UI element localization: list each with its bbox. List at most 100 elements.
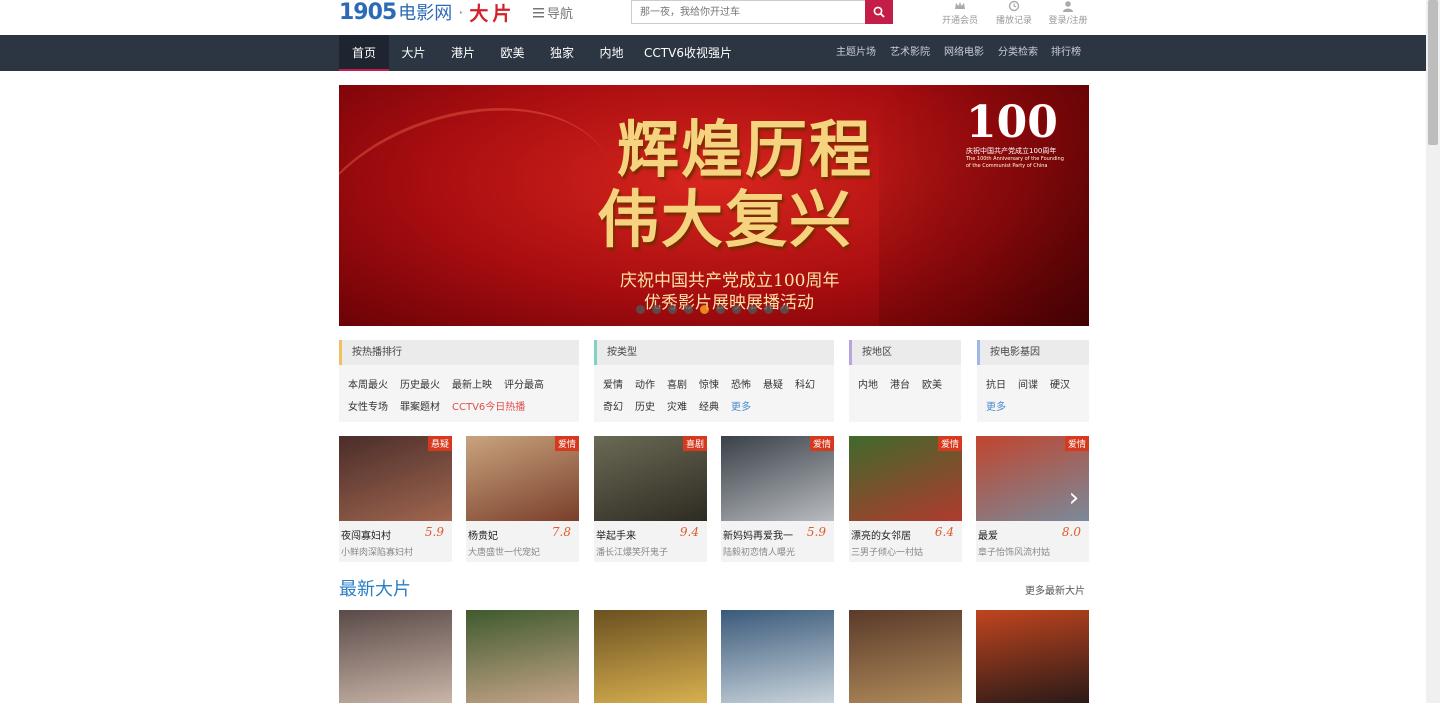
genre-badge: 爱情 [809, 436, 834, 451]
latest-movie-poster[interactable] [849, 610, 962, 703]
movie-description: 三男子倾心一村姑 [851, 548, 924, 558]
filter-link[interactable]: 历史 [635, 402, 655, 413]
filter-link[interactable]: 悬疑 [763, 380, 783, 391]
nav-right-item-4[interactable]: 排行榜 [1051, 35, 1081, 71]
more-latest-link[interactable]: 更多最新大片 [1025, 582, 1085, 597]
movie-card[interactable]: 爱情 漂亮的女邻居 6.4 三男子倾心一村姑 [849, 436, 962, 562]
filter-list: 爱情 动作 喜剧 惊悚 恐怖 悬疑 科幻奇幻 历史 灾难 经典 更多 [594, 365, 834, 419]
movie-thumbnail[interactable]: 爱情 [849, 436, 962, 521]
movie-thumbnail[interactable]: 喜剧 [594, 436, 707, 521]
filter-link[interactable]: 喜剧 [667, 380, 687, 391]
carousel-dot[interactable] [700, 305, 709, 314]
movie-thumbnail[interactable]: 爱情 [466, 436, 579, 521]
movie-title[interactable]: 最爱 [978, 527, 998, 542]
user-link-2[interactable]: 登录/注册 [1048, 0, 1088, 26]
nav-right-item-2[interactable]: 网络电影 [944, 35, 984, 71]
search-input[interactable] [632, 1, 865, 23]
movie-thumbnail[interactable]: 爱情 [721, 436, 834, 521]
movie-card[interactable]: 喜剧 举起手来 9.4 潘长江爆笑歼鬼子 [594, 436, 707, 562]
filter-link[interactable]: 奇幻 [603, 402, 623, 413]
nav-right-item-0[interactable]: 主题片场 [836, 35, 876, 71]
nav-item-0[interactable]: 首页 [339, 35, 389, 71]
movie-card[interactable]: 悬疑 夜闯寡妇村 5.9 小鲜肉深陷寡妇村 [339, 436, 452, 562]
nav-right-item-1[interactable]: 艺术影院 [890, 35, 930, 71]
movie-title[interactable]: 举起手来 [596, 527, 636, 542]
movie-card[interactable]: 爱情 杨贵妃 7.8 大唐盛世一代宠妃 [466, 436, 579, 562]
filter-link[interactable]: 科幻 [795, 380, 815, 391]
search-button[interactable] [865, 0, 893, 24]
carousel-dot[interactable] [780, 305, 789, 314]
filter-link[interactable]: 恐怖 [731, 380, 751, 391]
filter-link[interactable]: 灾难 [667, 402, 687, 413]
carousel-dots [636, 305, 789, 314]
nav-toggle-button[interactable]: 导航 [533, 3, 573, 22]
menu-icon [533, 8, 544, 18]
user-links: 开通会员 播放记录 登录/注册 [940, 0, 1088, 26]
filter-link[interactable]: 抗日 [986, 380, 1006, 391]
filter-link[interactable]: 本周最火 [348, 380, 388, 391]
filter-link[interactable]: 罪案题材 [400, 402, 440, 413]
scrollbar-thumb[interactable] [1428, 0, 1438, 145]
hero-banner[interactable]: 辉煌历程 伟大复兴 庆祝中国共产党成立100周年 优秀影片展映展播活动 100 … [339, 85, 1089, 326]
search-box [631, 0, 893, 24]
filter-link[interactable]: 硬汉 [1050, 380, 1070, 391]
chevron-right-icon[interactable]: › [1062, 485, 1086, 511]
top-header: 1905 电影网 · 大片 导航 开通会员 播放记录 登录/注册 [0, 0, 1426, 35]
page-scrollbar[interactable] [1426, 0, 1440, 703]
filter-link[interactable]: 惊悚 [699, 380, 719, 391]
carousel-dot[interactable] [732, 305, 741, 314]
latest-movie-poster[interactable] [339, 610, 452, 703]
carousel-dot[interactable] [652, 305, 661, 314]
movie-description: 陆毅初恋情人曝光 [723, 548, 796, 558]
search-icon [873, 6, 885, 18]
movie-title[interactable]: 漂亮的女邻居 [851, 527, 911, 542]
movie-score: 5.9 [806, 525, 826, 539]
filter-link[interactable]: 历史最火 [400, 380, 440, 391]
filter-link[interactable]: CCTV6今日热播 [452, 402, 525, 413]
latest-movie-poster[interactable] [466, 610, 579, 703]
user-link-0[interactable]: 开通会员 [940, 0, 980, 26]
movie-title[interactable]: 杨贵妃 [468, 527, 498, 542]
filter-link[interactable]: 间谍 [1018, 380, 1038, 391]
carousel-dot[interactable] [668, 305, 677, 314]
badge-number: 100 [966, 97, 1058, 148]
latest-movie-poster[interactable] [976, 610, 1089, 703]
carousel-dot[interactable] [764, 305, 773, 314]
filter-link[interactable]: 动作 [635, 380, 655, 391]
movie-title[interactable]: 新妈妈再爱我一 [723, 527, 793, 542]
nav-item-6[interactable]: CCTV6收视强片 [636, 35, 740, 71]
filter-link[interactable]: 评分最高 [504, 380, 544, 391]
latest-movie-poster[interactable] [721, 610, 834, 703]
movie-title[interactable]: 夜闯寡妇村 [341, 527, 391, 542]
nav-item-5[interactable]: 内地 [587, 35, 636, 71]
carousel-dot[interactable] [716, 305, 725, 314]
filter-link[interactable]: 港台 [890, 380, 910, 391]
nav-item-4[interactable]: 独家 [537, 35, 587, 71]
carousel-dot[interactable] [636, 305, 645, 314]
filter-link[interactable]: 内地 [858, 380, 878, 391]
carousel-dot[interactable] [748, 305, 757, 314]
filter-link[interactable]: 更多 [986, 402, 1006, 413]
carousel-dot[interactable] [684, 305, 693, 314]
latest-movie-poster[interactable] [594, 610, 707, 703]
user-link-1[interactable]: 播放记录 [994, 0, 1034, 26]
movie-description: 潘长江爆笑歼鬼子 [596, 548, 669, 558]
user-icon [1048, 0, 1088, 13]
badge-caption: 庆祝中国共产党成立100周年 [966, 147, 1057, 155]
filter-link[interactable]: 最新上映 [452, 380, 492, 391]
filter-link[interactable]: 更多 [731, 402, 751, 413]
user-link-label: 登录/注册 [1048, 16, 1088, 26]
filter-link[interactable]: 经典 [699, 402, 719, 413]
movie-thumbnail[interactable]: 悬疑 [339, 436, 452, 521]
site-logo[interactable]: 1905 电影网 · 大片 [339, 0, 515, 25]
filter-list: 抗日 间谍 硬汉更多 [977, 365, 1089, 419]
filter-link[interactable]: 爱情 [603, 380, 623, 391]
nav-item-1[interactable]: 大片 [389, 35, 438, 71]
nav-right-item-3[interactable]: 分类检索 [998, 35, 1038, 71]
nav-item-3[interactable]: 欧美 [488, 35, 537, 71]
filter-link[interactable]: 女性专场 [348, 402, 388, 413]
movie-description: 章子怡饰风流村姑 [978, 548, 1051, 558]
movie-card[interactable]: 爱情新妈妈再爱我一 5.9 陆毅初恋情人曝光 [721, 436, 834, 562]
nav-item-2[interactable]: 港片 [438, 35, 488, 71]
filter-link[interactable]: 欧美 [922, 380, 942, 391]
